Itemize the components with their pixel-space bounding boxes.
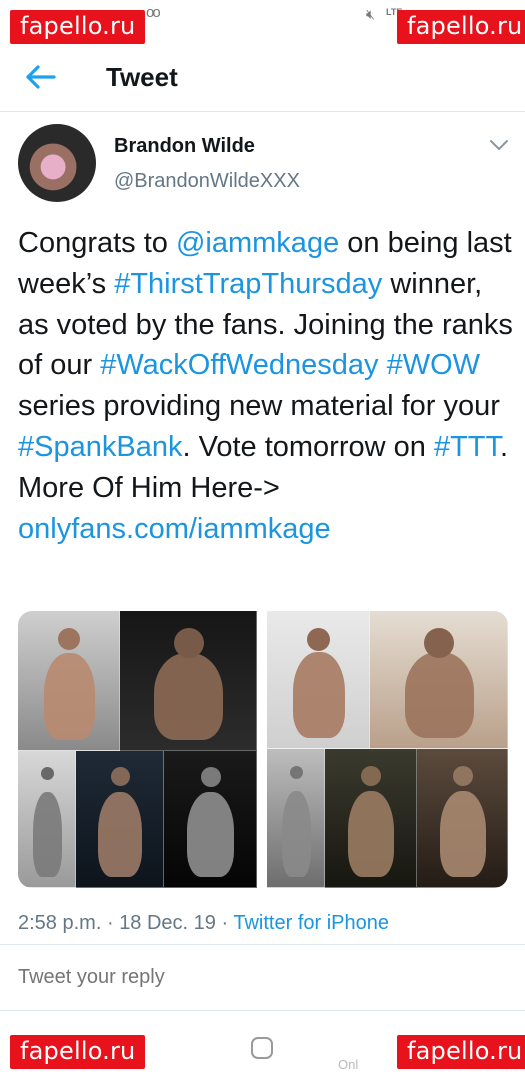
media-photo-panel: [267, 611, 370, 749]
photo-figure: [154, 653, 223, 740]
watermark: fapello.ru: [397, 10, 525, 44]
photo-figure: [33, 792, 62, 877]
photo-figure-head: [453, 766, 473, 786]
voicemail-icon: oo: [146, 4, 161, 21]
home-button[interactable]: [251, 1037, 273, 1059]
app-header: Tweet: [0, 48, 525, 112]
media-photo-panel: [267, 749, 325, 888]
hashtag-link[interactable]: #SpankBank: [18, 431, 182, 463]
url-link[interactable]: onlyfans.com/iammkage: [18, 513, 331, 545]
tweet-timestamp: 2:58 p.m. · 18 Dec. 19 · Twitter for iPh…: [18, 912, 389, 935]
tweet-text-segment: [379, 349, 387, 381]
author-name[interactable]: Brandon Wilde: [114, 135, 255, 158]
reply-input[interactable]: [18, 966, 498, 989]
tweet-text: Congrats to @iammkage on being last week…: [18, 223, 513, 549]
watermark: fapello.ru: [397, 1035, 525, 1069]
photo-figure: [293, 652, 345, 738]
divider: [0, 944, 525, 945]
photo-figure: [282, 791, 311, 877]
nav-ghost-text: Onl: [338, 1057, 359, 1072]
mention-link[interactable]: @iammkage: [176, 227, 339, 259]
hashtag-link[interactable]: #TTT: [434, 431, 500, 463]
tweet-media[interactable]: [18, 611, 508, 888]
photo-figure-head: [41, 767, 54, 780]
author-handle[interactable]: @BrandonWildeXXX: [114, 170, 300, 193]
photo-figure: [440, 791, 486, 877]
photo-figure: [98, 792, 142, 877]
photo-figure-head: [58, 628, 80, 650]
tweet-text-segment: Congrats to: [18, 227, 176, 259]
media-photo-panel: [18, 611, 120, 751]
mute-icon: 🔇︎: [366, 6, 375, 22]
photo-figure-head: [111, 767, 130, 786]
tweet-source-link[interactable]: Twitter for iPhone: [233, 912, 389, 934]
photo-figure: [348, 791, 394, 877]
media-photo-panel: [164, 751, 257, 888]
media-photo-panel: [370, 611, 508, 749]
page-title: Tweet: [106, 62, 178, 92]
media-photo-panel: [325, 749, 417, 888]
hashtag-link[interactable]: #ThirstTrapThursday: [114, 268, 382, 300]
photo-figure-head: [290, 766, 303, 779]
tweet-date: 18 Dec. 19: [119, 912, 216, 934]
media-photo-panel: [76, 751, 164, 888]
photo-figure: [187, 792, 234, 877]
photo-figure-head: [201, 767, 221, 787]
back-arrow-icon[interactable]: [24, 62, 58, 92]
media-photo-panel: [18, 751, 76, 888]
media-photo-panel: [417, 749, 508, 888]
avatar[interactable]: [18, 124, 96, 202]
watermark: fapello.ru: [10, 1035, 146, 1069]
media-photo-panel: [120, 611, 257, 751]
meta-separator: ·: [221, 912, 229, 934]
tweet-text-segment: series providing new material for your: [18, 390, 500, 423]
tweet-time: 2:58 p.m.: [18, 912, 102, 934]
chevron-down-icon[interactable]: [488, 138, 510, 152]
hashtag-link[interactable]: #WOW: [387, 349, 480, 381]
photo-figure-head: [307, 628, 330, 651]
media-gap: [257, 611, 267, 888]
photo-figure-head: [174, 628, 204, 658]
watermark: fapello.ru: [10, 10, 146, 44]
photo-figure-head: [424, 628, 454, 658]
photo-figure: [405, 652, 474, 738]
hashtag-link[interactable]: #WackOffWednesday: [100, 349, 378, 381]
photo-figure: [44, 653, 95, 740]
photo-figure-head: [361, 766, 381, 786]
meta-separator: ·: [106, 912, 114, 934]
tweet-text-segment: . Vote tomorrow on: [182, 430, 434, 463]
